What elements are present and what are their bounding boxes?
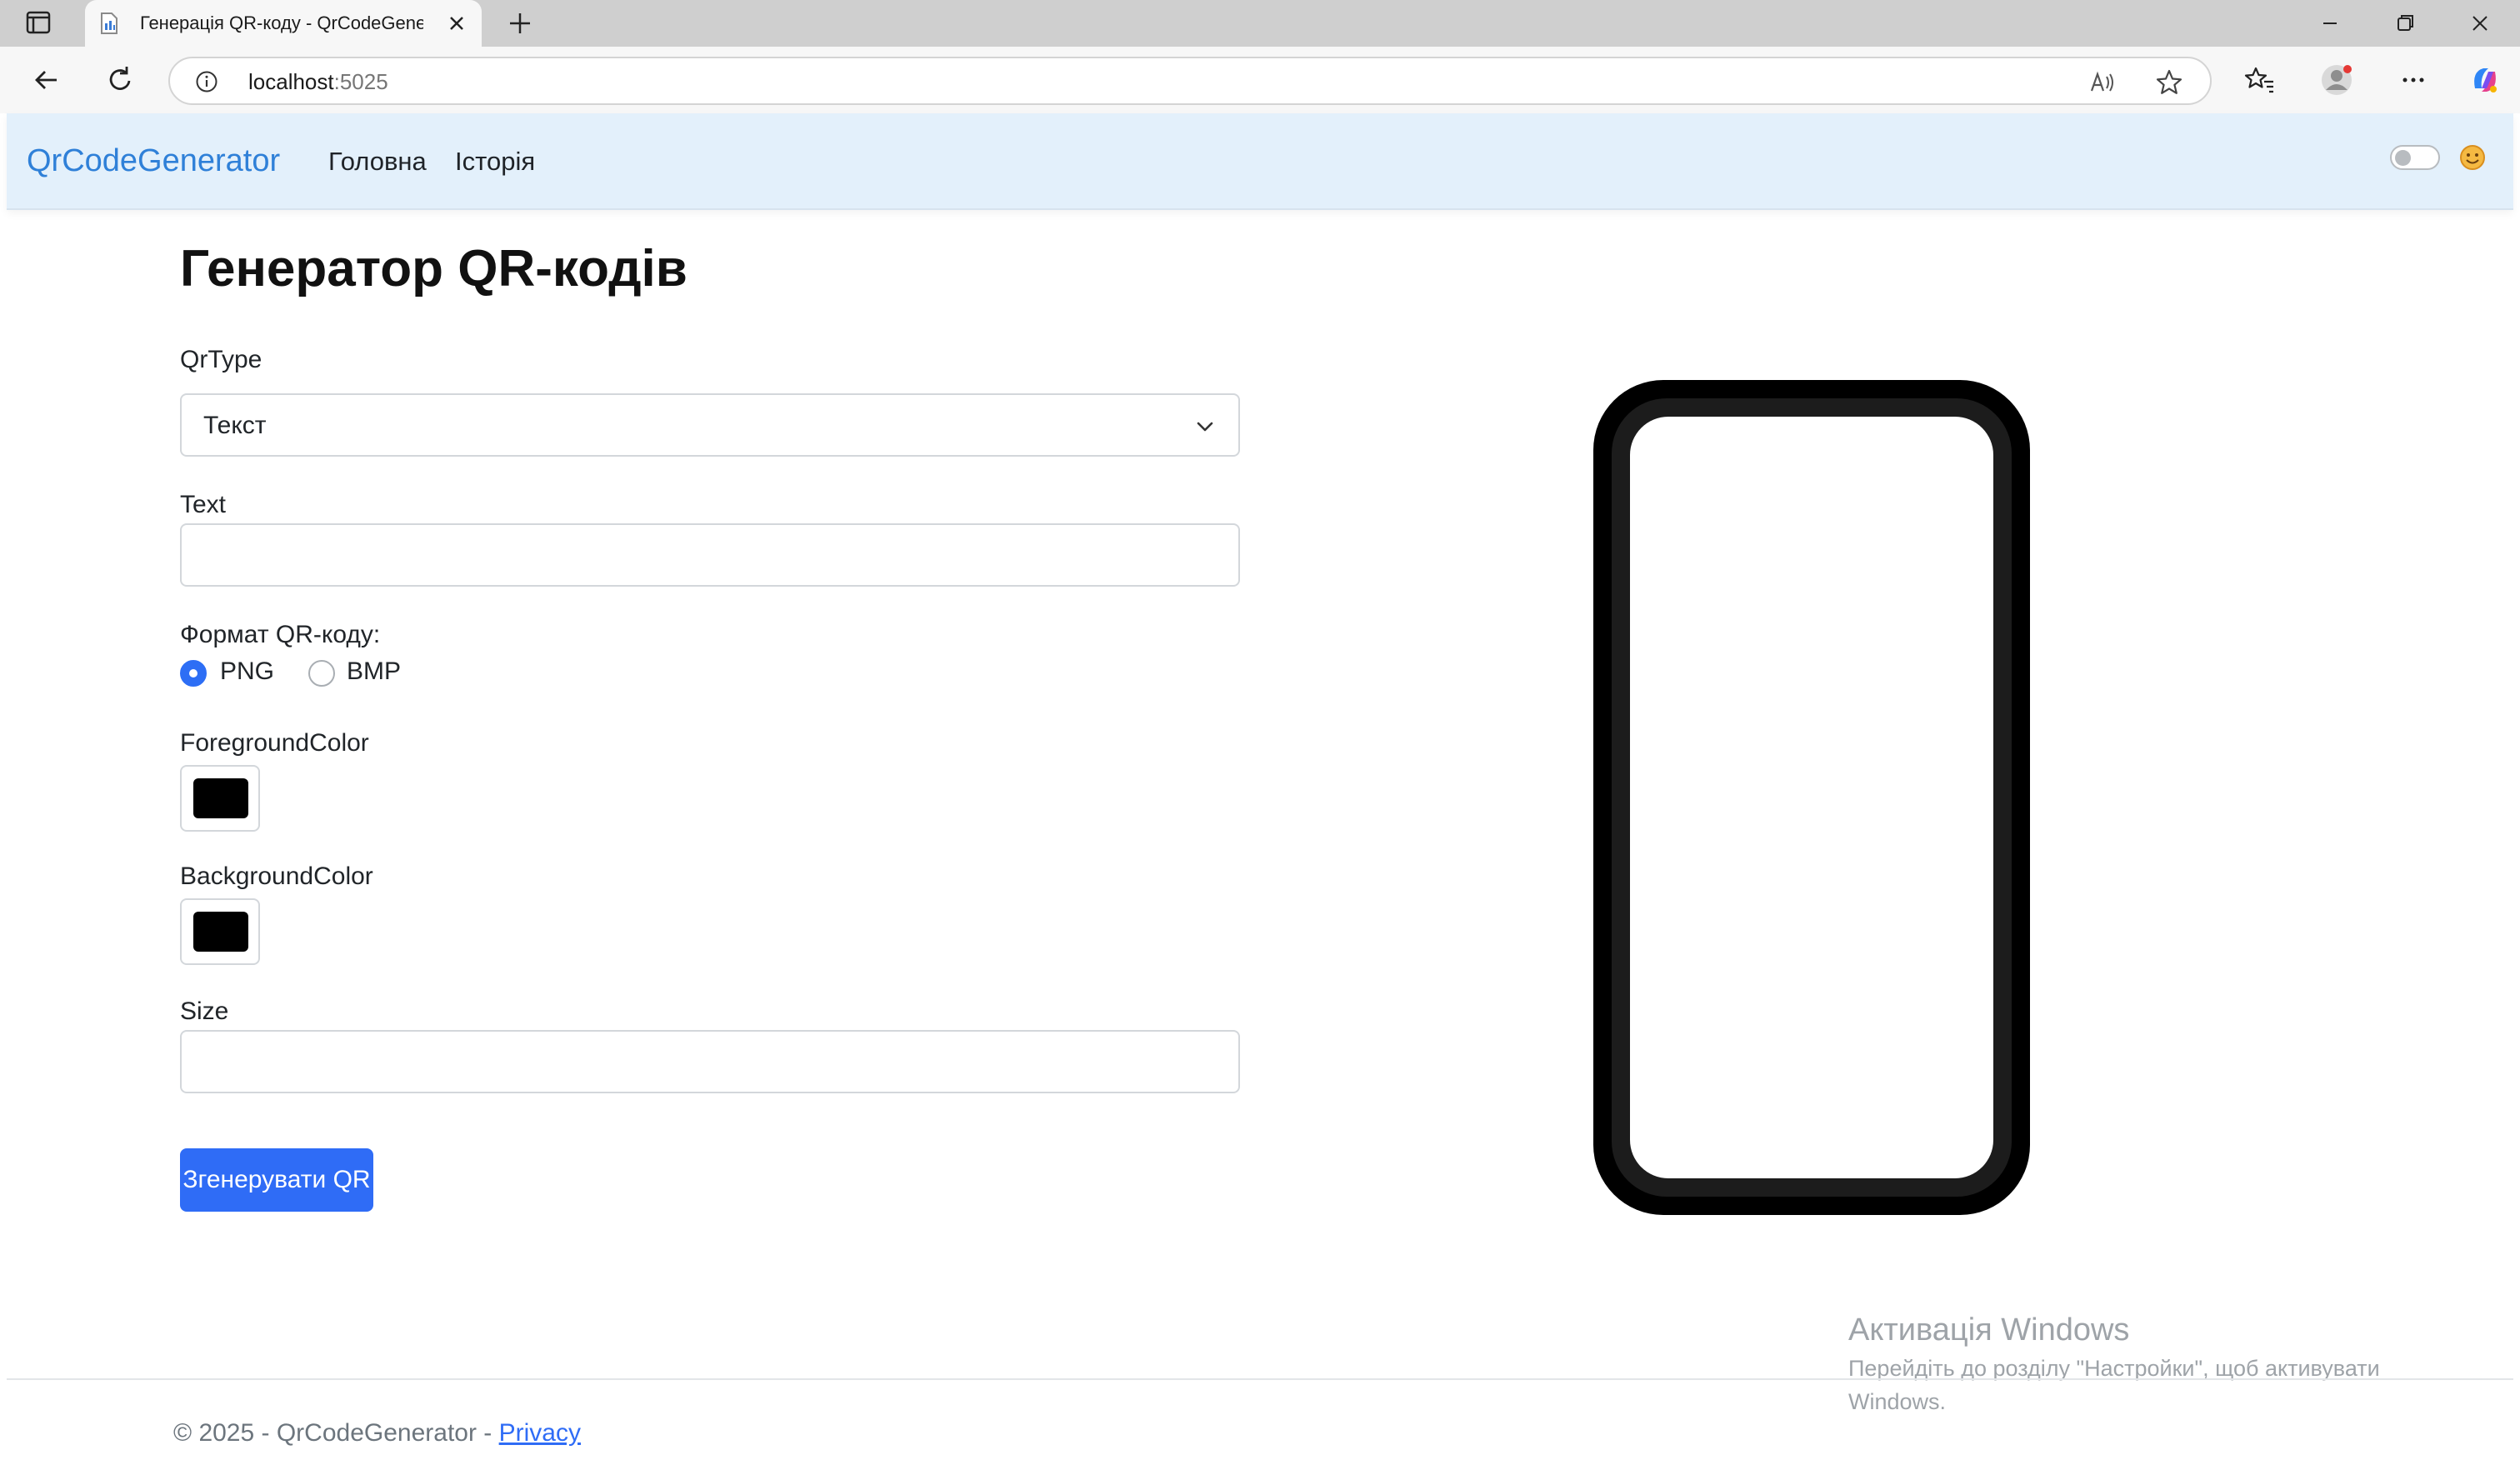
close-icon[interactable] — [443, 10, 470, 37]
more-icon[interactable] — [2397, 63, 2430, 97]
favorites-icon[interactable] — [2243, 63, 2277, 97]
brand-link[interactable]: QrCodeGenerator — [27, 142, 280, 180]
address-url: localhost:5025 — [248, 69, 388, 94]
theme-toggle[interactable] — [2390, 145, 2440, 170]
profile-icon[interactable] — [2320, 63, 2353, 97]
phone-preview — [1593, 380, 2030, 1215]
smiley-icon — [2458, 143, 2487, 172]
star-icon[interactable] — [2155, 68, 2183, 97]
background-color-fill — [193, 912, 248, 952]
nav-link-home[interactable]: Головна — [328, 145, 427, 178]
qr-type-value: Текст — [203, 412, 267, 439]
format-png-label[interactable]: PNG — [220, 655, 274, 688]
read-aloud-icon[interactable] — [2088, 68, 2117, 97]
background-color-picker[interactable] — [180, 898, 260, 965]
site-footer: © 2025 - QrCodeGenerator - Privacy — [7, 1378, 2513, 1480]
qr-type-select[interactable]: Текст — [180, 393, 1240, 457]
format-label: Формат QR-коду: — [180, 621, 381, 648]
privacy-link[interactable]: Privacy — [499, 1419, 581, 1447]
format-png-radio[interactable] — [180, 660, 207, 687]
qr-preview-screen — [1630, 417, 1993, 1178]
browser-title-bar: Генерація QR-коду - QrCodeGenerator — [0, 0, 2520, 47]
address-bar[interactable]: localhost:5025 — [168, 57, 2212, 105]
footer-text: © 2025 - QrCodeGenerator - Privacy — [173, 1419, 581, 1447]
format-bmp-radio[interactable] — [308, 660, 335, 687]
tab-title: Генерація QR-коду - QrCodeGenerator — [140, 12, 423, 33]
page-favicon — [98, 12, 120, 35]
size-label: Size — [180, 998, 229, 1025]
format-bmp-label[interactable]: BMP — [347, 655, 401, 688]
tab-actions-icon[interactable] — [25, 10, 52, 35]
windows-activation-title: Активація Windows — [1848, 1312, 2130, 1348]
copilot-icon[interactable] — [2468, 63, 2502, 97]
site-navbar: QrCodeGenerator Головна Історія — [7, 113, 2513, 210]
page-title: Генератор QR-кодів — [180, 240, 688, 298]
toggle-knob — [2395, 150, 2411, 166]
text-input[interactable] — [180, 523, 1240, 587]
foreground-color-label: ForegroundColor — [180, 729, 369, 757]
phone-bezel — [1612, 398, 2012, 1197]
browser-toolbar: localhost:5025 — [0, 47, 2520, 113]
close-window-icon[interactable] — [2455, 7, 2505, 40]
reload-icon[interactable] — [103, 63, 137, 97]
qr-type-label: QrType — [180, 346, 262, 373]
back-icon[interactable] — [30, 63, 63, 97]
foreground-color-fill — [193, 778, 248, 818]
text-label: Text — [180, 491, 227, 518]
nav-link-history[interactable]: Історія — [455, 145, 535, 178]
generate-qr-button[interactable]: Згенерувати QR — [180, 1148, 373, 1212]
chevron-down-icon — [1193, 415, 1217, 438]
plus-icon[interactable] — [503, 7, 537, 40]
web-page: QrCodeGenerator Головна Історія Генерато… — [7, 113, 2513, 1478]
background-color-label: BackgroundColor — [180, 862, 373, 890]
size-input[interactable] — [180, 1030, 1240, 1093]
minimize-icon[interactable] — [2305, 7, 2355, 40]
browser-tab[interactable]: Генерація QR-коду - QrCodeGenerator — [85, 0, 482, 47]
info-icon[interactable] — [195, 70, 218, 93]
restore-icon[interactable] — [2380, 7, 2430, 40]
foreground-color-picker[interactable] — [180, 765, 260, 832]
